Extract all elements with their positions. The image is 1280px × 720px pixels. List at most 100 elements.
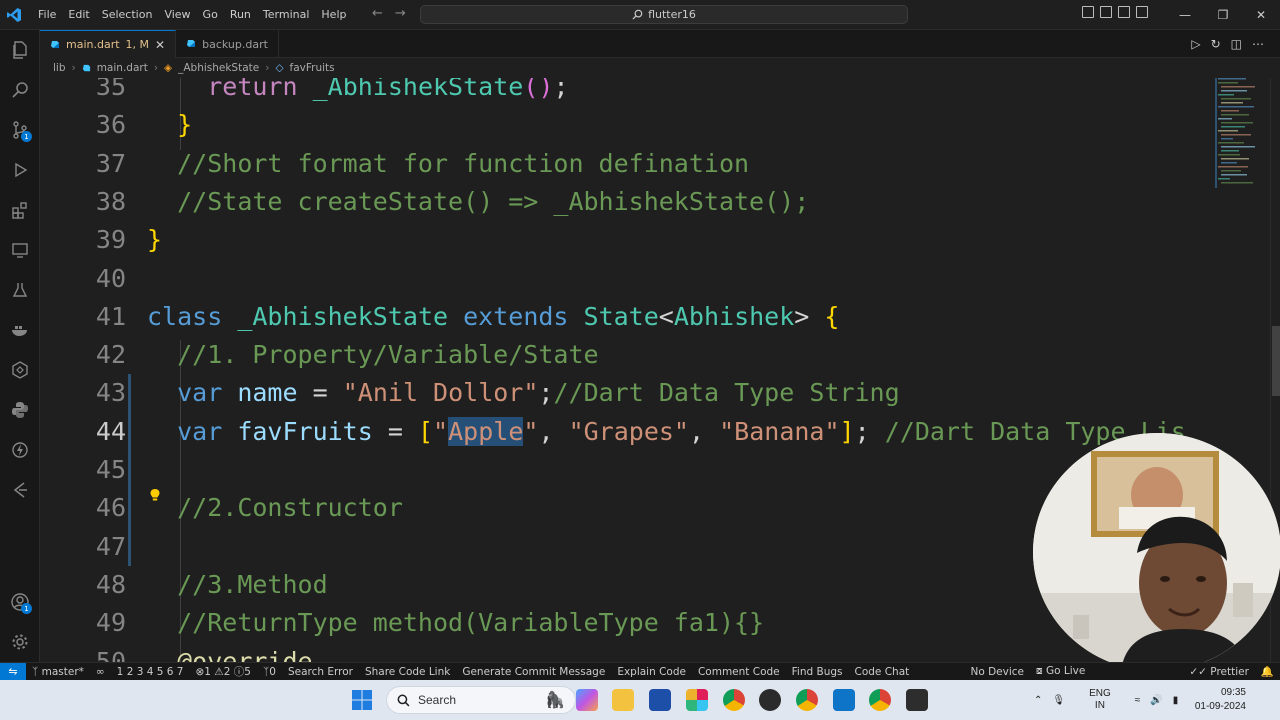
- obs-icon[interactable]: [759, 689, 781, 711]
- code-line[interactable]: 44 var favFruits = ["Apple", "Grapes", "…: [40, 413, 1215, 451]
- copilot-chat-icon[interactable]: [0, 470, 40, 510]
- menu-go[interactable]: Go: [197, 8, 224, 21]
- source-control-icon[interactable]: 1: [0, 110, 40, 150]
- minimize-icon[interactable]: —: [1166, 0, 1204, 30]
- tab-backup-dart[interactable]: backup.dart: [176, 30, 279, 58]
- docker-icon[interactable]: [0, 310, 40, 350]
- command-center[interactable]: flutter16: [420, 5, 908, 24]
- git-branch[interactable]: ᛉ master*: [26, 666, 90, 678]
- notifications-bell-icon[interactable]: 🔔: [1255, 665, 1280, 678]
- breadcrumb-item[interactable]: main.dart: [97, 62, 148, 74]
- file-explorer-icon[interactable]: [612, 689, 634, 711]
- open-changes-icon[interactable]: ↻: [1211, 37, 1221, 51]
- menu-view[interactable]: View: [158, 8, 196, 21]
- vscode-taskbar-icon[interactable]: [833, 689, 855, 711]
- code-line[interactable]: 37 //Short format for function definatio…: [40, 145, 1215, 183]
- testing-icon[interactable]: [0, 270, 40, 310]
- code-line[interactable]: 38 //State createState() => _AbhishekSta…: [40, 183, 1215, 221]
- code-line[interactable]: 35 return _AbhishekState();: [40, 78, 1215, 106]
- menu-edit[interactable]: Edit: [62, 8, 95, 21]
- forward-arrow-icon[interactable]: →: [395, 6, 406, 21]
- close-icon[interactable]: ✕: [1242, 0, 1280, 30]
- code-line[interactable]: 40: [40, 260, 1215, 298]
- ports-forwarded[interactable]: ᛉ0: [257, 666, 282, 678]
- command-center-label: flutter16: [648, 8, 696, 21]
- status-find-bugs[interactable]: Find Bugs: [786, 666, 849, 678]
- code-text: //Short format for function defination: [177, 148, 750, 178]
- menu-help[interactable]: Help: [315, 8, 352, 21]
- code-line[interactable]: 41 class _AbhishekState extends State<Abh…: [40, 298, 1215, 336]
- windows-start-icon[interactable]: [352, 690, 372, 710]
- code-text: }: [177, 110, 193, 140]
- terminal-icon[interactable]: [906, 689, 928, 711]
- run-dropdown-icon[interactable]: ▷: [1191, 37, 1200, 51]
- extensions-icon[interactable]: [0, 190, 40, 230]
- accounts-badge: 1: [21, 603, 32, 614]
- field-symbol-icon: ◇: [275, 62, 284, 74]
- remote-explorer-icon[interactable]: [0, 230, 40, 270]
- python-icon[interactable]: [0, 390, 40, 430]
- run-debug-icon[interactable]: [0, 150, 40, 190]
- status-generate-commit-message[interactable]: Generate Commit Message: [456, 666, 611, 678]
- code-line[interactable]: 50 @override: [40, 643, 1215, 663]
- mail-icon[interactable]: [649, 689, 671, 711]
- chrome-window-icon[interactable]: [869, 689, 891, 711]
- code-line[interactable]: 42 //1. Property/Variable/State: [40, 336, 1215, 374]
- menu-terminal[interactable]: Terminal: [257, 8, 316, 21]
- code-line[interactable]: 45: [40, 451, 1215, 489]
- customize-layout-icon[interactable]: [1136, 6, 1148, 18]
- breadcrumb-item[interactable]: _AbhishekState: [178, 62, 259, 74]
- problems-indicator[interactable]: ⊗1 ⚠2 ⓘ5: [189, 664, 256, 679]
- input-language[interactable]: ENG IN: [1089, 688, 1111, 712]
- tab-label: main.dart: [66, 38, 120, 51]
- menu-run[interactable]: Run: [224, 8, 257, 21]
- status-search-error[interactable]: Search Error: [282, 666, 359, 678]
- menu-selection[interactable]: Selection: [96, 8, 159, 21]
- status-share-code-link[interactable]: Share Code Link: [359, 666, 456, 678]
- search-icon[interactable]: [0, 70, 40, 110]
- code-line[interactable]: 49 //ReturnType method(VariableType fa1)…: [40, 604, 1215, 642]
- close-tab-icon[interactable]: ✕: [155, 38, 165, 52]
- more-actions-icon[interactable]: ⋯: [1252, 37, 1264, 51]
- slack-icon[interactable]: [686, 689, 708, 711]
- settings-gear-icon[interactable]: [0, 622, 40, 662]
- ports-list[interactable]: 1 2 3 4 5 6 7: [111, 666, 190, 678]
- status-comment-code[interactable]: Comment Code: [692, 666, 786, 678]
- back-arrow-icon[interactable]: ←: [372, 6, 383, 21]
- sync-icon[interactable]: ∞: [90, 666, 111, 678]
- tab-main-dart[interactable]: main.dart 1, M ✕: [40, 30, 177, 58]
- status-go-live[interactable]: ⧇ Go Live: [1030, 665, 1091, 678]
- restore-icon[interactable]: ❐: [1204, 0, 1242, 30]
- taskbar-clock[interactable]: 09:35 01-09-2024: [1190, 686, 1246, 714]
- taskbar-search[interactable]: Search 🦍: [386, 686, 576, 714]
- wifi-icon[interactable]: ≈: [1135, 695, 1141, 706]
- battery-icon[interactable]: ▮: [1173, 695, 1179, 706]
- volume-icon[interactable]: 🔊: [1150, 695, 1162, 706]
- scrollbar-thumb[interactable]: [1272, 326, 1280, 396]
- code-line[interactable]: 43 var name = "Anil Dollor";//Dart Data …: [40, 374, 1215, 412]
- chrome-profile-icon[interactable]: [796, 689, 818, 711]
- microphone-icon[interactable]: 🎙: [1052, 695, 1065, 706]
- status-prettier[interactable]: ✓✓ Prettier: [1183, 666, 1255, 678]
- toggle-primary-sidebar-icon[interactable]: [1082, 6, 1094, 18]
- accounts-icon[interactable]: 1: [0, 582, 40, 622]
- copilot-icon[interactable]: [576, 689, 598, 711]
- status-code-chat[interactable]: Code Chat: [849, 666, 916, 678]
- split-editor-icon[interactable]: ◫: [1231, 37, 1242, 51]
- breadcrumb-item[interactable]: favFruits: [290, 62, 335, 74]
- code-line[interactable]: 39}: [40, 221, 1215, 259]
- show-hidden-icons-icon[interactable]: ⌃: [1034, 695, 1042, 706]
- gitlens-icon[interactable]: [0, 430, 40, 470]
- chrome-icon[interactable]: [723, 689, 745, 711]
- status-explain-code[interactable]: Explain Code: [611, 666, 692, 678]
- flutter-devtools-icon[interactable]: [0, 350, 40, 390]
- line-number: 40: [95, 263, 126, 293]
- explorer-icon[interactable]: [0, 30, 40, 70]
- toggle-panel-icon[interactable]: [1100, 6, 1112, 18]
- toggle-secondary-sidebar-icon[interactable]: [1118, 6, 1130, 18]
- remote-indicator-icon[interactable]: ⇋: [0, 662, 26, 681]
- status-device[interactable]: No Device: [964, 666, 1030, 678]
- code-line[interactable]: 36 }: [40, 106, 1215, 144]
- menu-file[interactable]: File: [32, 8, 62, 21]
- breadcrumb-item[interactable]: lib: [53, 62, 66, 74]
